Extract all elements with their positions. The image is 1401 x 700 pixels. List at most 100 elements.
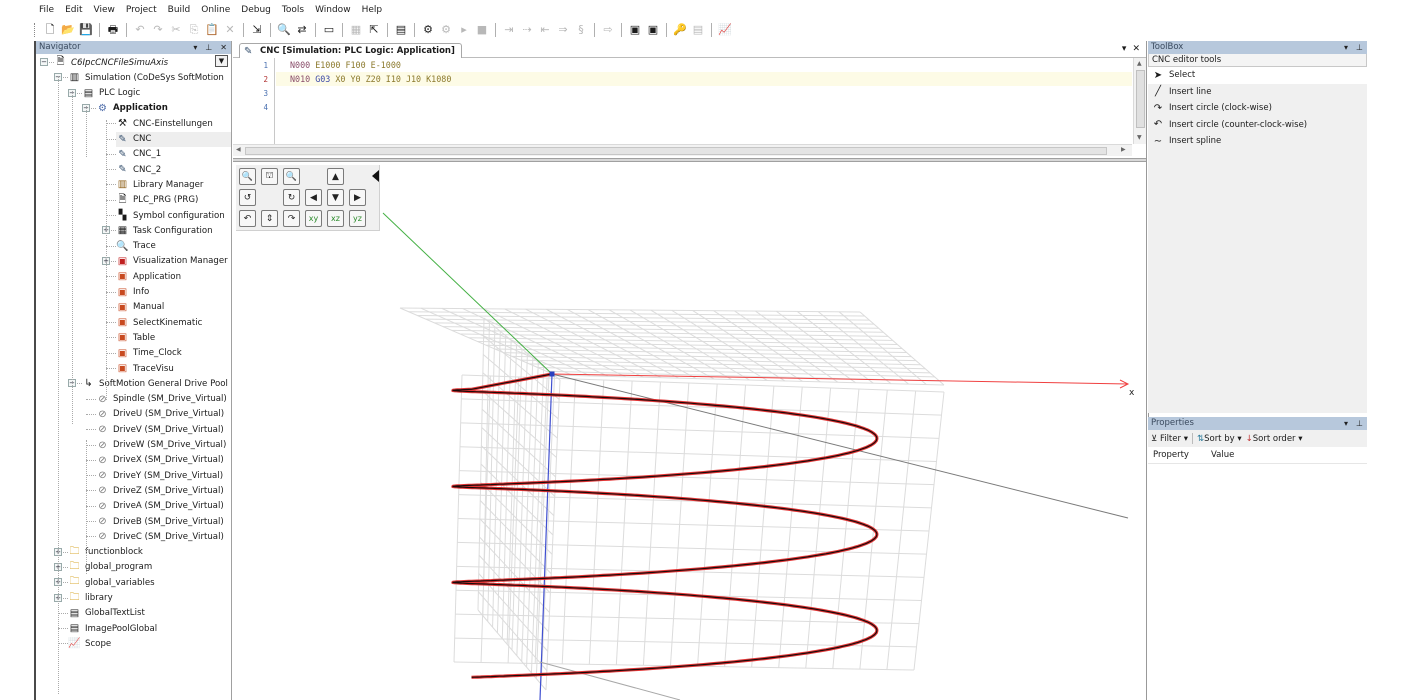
print-button[interactable]: 🖶: [105, 22, 121, 38]
force-values-button[interactable]: 🔑: [672, 22, 688, 38]
breakpoints-button[interactable]: §: [573, 22, 589, 38]
scope-button[interactable]: 📈: [717, 22, 733, 38]
scroll-up-icon[interactable]: ▲: [1137, 60, 1142, 67]
close-tab-icon[interactable]: ✕: [1132, 44, 1140, 54]
show-next-button[interactable]: ⇨: [600, 22, 616, 38]
tree-item[interactable]: ✎ CNC_2: [116, 162, 161, 177]
tree-item[interactable]: ▣ Visualization Manager: [116, 254, 228, 269]
close-icon[interactable]: ✕: [220, 41, 227, 54]
column-value[interactable]: Value: [1206, 450, 1234, 460]
rotate-left-button[interactable]: ↺: [239, 189, 256, 206]
logout-button[interactable]: ⚙: [438, 22, 454, 38]
save-project-button[interactable]: 💾: [78, 22, 94, 38]
device-scan-button[interactable]: ▣: [627, 22, 643, 38]
scroll-down-icon[interactable]: ▼: [1137, 134, 1142, 141]
view-xy-button[interactable]: xy: [305, 210, 322, 227]
tilt-forward-button[interactable]: ↷: [283, 210, 300, 227]
horizontal-scrollbar[interactable]: ◀ ▶: [233, 144, 1132, 156]
delete-button[interactable]: ✕: [222, 22, 238, 38]
tree-item[interactable]: ⊘ DriveU (SM_Drive_Virtual): [96, 407, 224, 422]
tree-item[interactable]: ⚙ Application: [96, 101, 168, 116]
tree-item[interactable]: 📈 Scope: [68, 636, 111, 651]
write-values-button[interactable]: ▤: [690, 22, 706, 38]
zoom-fit-button[interactable]: ⛫: [261, 168, 278, 185]
tree-item[interactable]: ▥ Simulation (CoDeSys SoftMotion: [68, 70, 224, 85]
toolbar-grip[interactable]: [34, 22, 37, 37]
tree-item[interactable]: ⊘ DriveB (SM_Drive_Virtual): [96, 514, 223, 529]
filter-button[interactable]: ⊻ Filter ▾: [1151, 434, 1188, 444]
new-project-button[interactable]: 🗋: [42, 22, 58, 38]
replace-button[interactable]: ⇄: [294, 22, 310, 38]
panel-menu-icon[interactable]: ▾: [1344, 417, 1348, 430]
cut-button[interactable]: ✂: [168, 22, 184, 38]
tree-item[interactable]: ▣ Manual: [116, 300, 164, 315]
menu-online[interactable]: Online: [196, 5, 236, 15]
toolbox-group-header[interactable]: CNC editor tools: [1148, 54, 1367, 67]
insert-object-button[interactable]: ▦: [348, 22, 364, 38]
gcode-editor[interactable]: 1234 N000 E1000 F100 E-1000 N010 G03 X0 Y…: [233, 58, 1146, 148]
tab-cnc[interactable]: ✎ CNC [Simulation: PLC Logic: Applicatio…: [239, 43, 462, 58]
vertical-scrollbar[interactable]: ▲ ▼: [1133, 58, 1146, 144]
device-search-button[interactable]: ▣: [645, 22, 661, 38]
tree-item[interactable]: 🗀 functionblock: [68, 545, 143, 560]
tree-item[interactable]: ⊘ Spindle (SM_Drive_Virtual): [96, 392, 226, 407]
tree-item[interactable]: ⊘ DriveC (SM_Drive_Virtual): [96, 529, 224, 544]
run-to-cursor-button[interactable]: ⇒: [555, 22, 571, 38]
move-left-button[interactable]: ◀: [305, 189, 322, 206]
menu-view[interactable]: View: [89, 5, 121, 15]
scroll-left-icon[interactable]: ◀: [236, 146, 241, 153]
tree-item[interactable]: ▣ SelectKinematic: [116, 315, 203, 330]
tree-item[interactable]: ▦ Task Configuration: [116, 223, 213, 238]
sort-order-button[interactable]: ↓Sort order ▾: [1246, 434, 1303, 444]
rotate-right-button[interactable]: ↻: [283, 189, 300, 206]
tree-item[interactable]: ▣ TraceVisu: [116, 361, 174, 376]
tree-item[interactable]: 🔍 Trace: [116, 239, 156, 254]
tilt-back-button[interactable]: ↶: [239, 210, 256, 227]
step-into-button[interactable]: ⇥: [501, 22, 517, 38]
scroll-thumb[interactable]: [245, 147, 1107, 155]
pin-icon[interactable]: ⊥: [1356, 41, 1363, 54]
tree-item[interactable]: ▤ GlobalTextList: [68, 606, 145, 621]
tree-item[interactable]: ▤ PLC Logic: [82, 86, 140, 101]
tree-item[interactable]: 🗎 PLC_PRG (PRG): [116, 193, 198, 208]
tree-item[interactable]: ▣ Time_Clock: [116, 346, 182, 361]
menu-edit[interactable]: Edit: [60, 5, 88, 15]
redo-button[interactable]: ↷: [150, 22, 166, 38]
tool-insert-spline[interactable]: ∼ Insert spline: [1148, 133, 1367, 150]
3d-path-view[interactable]: x 🔍 ⛫ 🔍 ▲ ↺ ↻ ◀ ▼ ▶ ↶ ⇕ ↷ xy xz yz: [233, 162, 1146, 700]
tool-insert-circle-clock-wise[interactable]: ↷ Insert circle (clock-wise): [1148, 100, 1367, 117]
tab-list-icon[interactable]: ▾: [1122, 44, 1127, 54]
menu-build[interactable]: Build: [163, 5, 197, 15]
tree-item[interactable]: ▚ Symbol configuration: [116, 208, 225, 223]
stop-button[interactable]: ■: [474, 22, 490, 38]
column-property[interactable]: Property: [1148, 450, 1206, 460]
tree-item[interactable]: 🗀 global_variables: [68, 575, 155, 590]
find-button[interactable]: 🔍: [276, 22, 292, 38]
zoom-in-button[interactable]: 🔍: [283, 168, 300, 185]
tree-item[interactable]: 🗎 C6IpcCNCFileSimuAxis: [54, 55, 168, 70]
tree-item[interactable]: ▣ Application: [116, 269, 181, 284]
tree-item[interactable]: ⊘ DriveA (SM_Drive_Virtual): [96, 499, 223, 514]
tilt-center-button[interactable]: ⇕: [261, 210, 278, 227]
start-button[interactable]: ▸: [456, 22, 472, 38]
menu-tools[interactable]: Tools: [277, 5, 310, 15]
scroll-right-icon[interactable]: ▶: [1121, 146, 1126, 153]
move-up-button[interactable]: ▲: [327, 168, 344, 185]
panel-menu-icon[interactable]: ▾: [1344, 41, 1348, 54]
tool-insert-line[interactable]: ╱ Insert line: [1148, 84, 1367, 101]
tree-item[interactable]: ▣ Table: [116, 330, 155, 345]
tree-item[interactable]: ↳ SoftMotion General Drive Pool: [82, 376, 228, 391]
code-line[interactable]: N010 G03 X0 Y0 Z20 I10 J10 K1080: [276, 72, 1132, 86]
view-yz-button[interactable]: yz: [349, 210, 366, 227]
properties-button[interactable]: ⇱: [366, 22, 382, 38]
open-project-button[interactable]: 📂: [60, 22, 76, 38]
step-over-button[interactable]: ⇢: [519, 22, 535, 38]
tree-item[interactable]: 🗀 global_program: [68, 560, 153, 575]
login-button[interactable]: ⚙: [420, 22, 436, 38]
menu-window[interactable]: Window: [310, 5, 357, 15]
tree-item[interactable]: ⊘ DriveV (SM_Drive_Virtual): [96, 422, 223, 437]
menu-file[interactable]: File: [34, 5, 60, 15]
menu-project[interactable]: Project: [121, 5, 163, 15]
menu-debug[interactable]: Debug: [236, 5, 277, 15]
code-line[interactable]: N000 E1000 F100 E-1000: [290, 58, 401, 72]
